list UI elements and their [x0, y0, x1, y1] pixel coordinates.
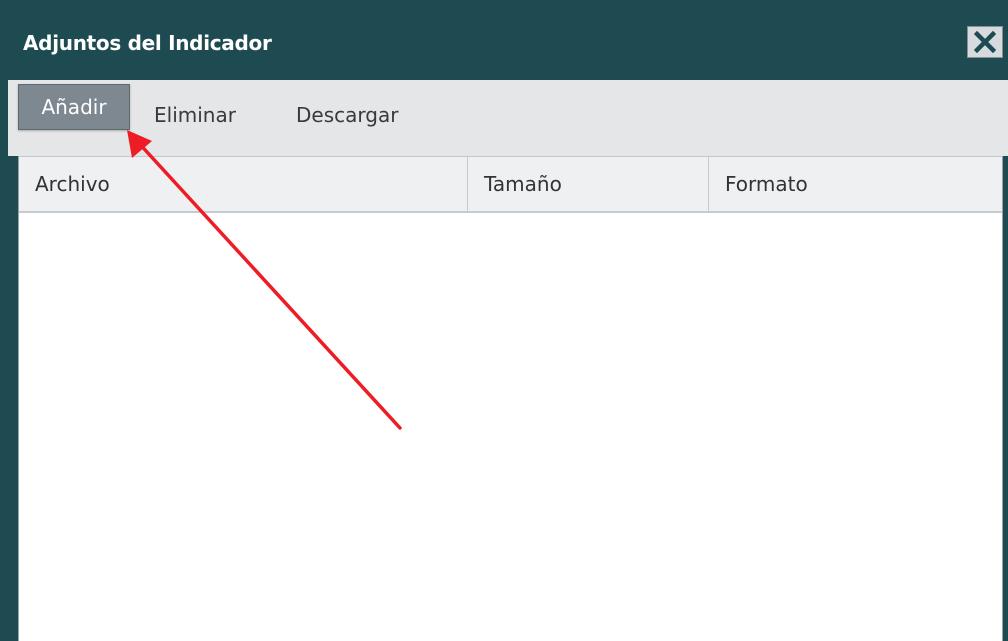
dialog-titlebar[interactable]: Adjuntos del Indicador: [0, 0, 1008, 80]
grid-header: Archivo Tamaño Formato: [19, 156, 1002, 213]
column-header-size[interactable]: Tamaño: [468, 157, 709, 212]
column-header-file[interactable]: Archivo: [19, 157, 468, 212]
add-button[interactable]: Añadir: [18, 84, 130, 130]
close-button[interactable]: [967, 26, 1003, 58]
column-header-format[interactable]: Formato: [709, 157, 1002, 212]
dialog-toolbar: Añadir Eliminar Descargar: [8, 80, 1008, 156]
download-button[interactable]: Descargar: [296, 92, 398, 138]
dialog-title: Adjuntos del Indicador: [23, 31, 272, 55]
close-icon: [974, 31, 996, 53]
attachments-dialog: Adjuntos del Indicador Añadir Eliminar D…: [0, 0, 1008, 641]
delete-button[interactable]: Eliminar: [154, 92, 236, 138]
attachments-grid: Archivo Tamaño Formato: [18, 156, 1003, 641]
grid-body-empty[interactable]: [19, 213, 1002, 641]
